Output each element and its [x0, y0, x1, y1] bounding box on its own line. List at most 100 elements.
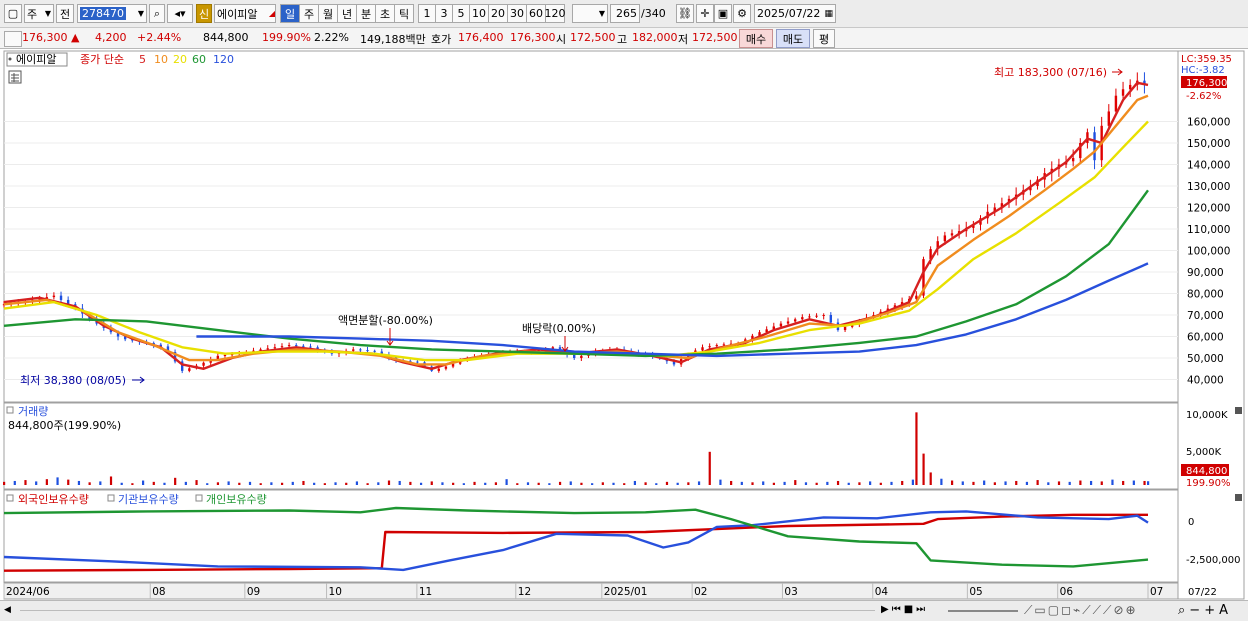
- x-tick-label: 07: [1150, 586, 1163, 598]
- volume-bar: [1132, 480, 1135, 485]
- volume-bar: [3, 481, 6, 485]
- date-input[interactable]: 2025/07/22 ▦: [754, 4, 836, 23]
- period-tab-5[interactable]: 초: [376, 4, 395, 23]
- chart-area[interactable]: 40,000 50,000 60,000 70,000 80,000 90,000 100,…: [0, 49, 1248, 600]
- volume-bar: [1143, 480, 1146, 485]
- interval-tab-10[interactable]: 10: [470, 4, 489, 23]
- volume-bar: [772, 482, 775, 485]
- candle-body: [815, 315, 818, 317]
- zoom-slider[interactable]: [948, 610, 1018, 612]
- current-price-tag-label: 176,300: [1186, 78, 1227, 89]
- period-tab-0[interactable]: 일: [280, 4, 300, 23]
- volume-bar: [516, 483, 519, 485]
- speaker-icon[interactable]: ◂▾: [167, 4, 193, 23]
- market-select[interactable]: 주 ▼: [24, 4, 54, 23]
- holdings-panel-close-icon[interactable]: [1235, 494, 1242, 501]
- interval-tab-3[interactable]: 3: [436, 4, 453, 23]
- candle-body: [287, 345, 291, 347]
- zoom-icon[interactable]: ⌕: [1178, 603, 1189, 618]
- interval-tab-5[interactable]: 5: [453, 4, 470, 23]
- x-axis-right-label: 07/22: [1188, 587, 1217, 598]
- candle-body: [1071, 158, 1075, 162]
- current-price: 176,300 ▲: [22, 31, 79, 44]
- save-icon[interactable]: ▣: [714, 4, 732, 23]
- checkbox[interactable]: [4, 31, 22, 47]
- gear-icon[interactable]: ⚙: [733, 4, 751, 23]
- period-tab-4[interactable]: 분: [357, 4, 376, 23]
- volume-bar: [120, 482, 123, 485]
- sell-button[interactable]: 매도: [776, 29, 810, 48]
- font-size-icon[interactable]: A: [1219, 603, 1232, 618]
- interval-tab-30[interactable]: 30: [508, 4, 527, 23]
- search-icon[interactable]: ⌕: [149, 4, 165, 23]
- prev-button[interactable]: 전: [56, 4, 74, 23]
- volume-bar: [847, 482, 850, 485]
- drawing-tools-icon[interactable]: ⟋▭▢◻⌁⟋⟋⟋⊘⊕: [1024, 603, 1138, 618]
- period-tab-2[interactable]: 월: [319, 4, 338, 23]
- candle-body: [202, 362, 205, 366]
- high-label: 고: [617, 33, 628, 46]
- interval-tab-60[interactable]: 60: [527, 4, 546, 23]
- minus-icon[interactable]: −: [1189, 603, 1204, 618]
- current-pct-label: -2.62%: [1186, 91, 1221, 102]
- candle-body: [295, 345, 298, 347]
- volume-bar: [697, 481, 701, 485]
- stock-chart[interactable]: 40,000 50,000 60,000 70,000 80,000 90,000 100,…: [0, 49, 1248, 600]
- volume-bar: [366, 483, 369, 485]
- window-icon[interactable]: ▢: [4, 4, 22, 23]
- interval-tab-120[interactable]: 120: [545, 4, 566, 23]
- candle-body: [943, 235, 947, 242]
- volume-bar: [174, 477, 177, 485]
- volume-bar: [484, 482, 487, 485]
- interval-tabs: 1 3 5 10 20 30 60 120: [418, 4, 566, 23]
- scroll-left-icon[interactable]: ◀: [4, 605, 11, 615]
- rewind-icon[interactable]: ⏮: [892, 604, 904, 615]
- volume-tag-label: 844,800: [1186, 466, 1227, 477]
- volume-bar: [35, 481, 38, 485]
- stop-icon[interactable]: ■: [904, 604, 916, 615]
- interval-tab-1[interactable]: 1: [418, 4, 436, 23]
- play-icon[interactable]: ▶: [881, 604, 892, 615]
- volume-bar: [473, 481, 476, 485]
- playback-controls[interactable]: ▶⏮■⏭: [881, 604, 928, 615]
- scrollbar-track[interactable]: [20, 610, 875, 611]
- holdings-institution-label: 기관보유수량: [118, 493, 179, 506]
- period-tab-1[interactable]: 주: [300, 4, 319, 23]
- y-tick-label: 90,000: [1187, 267, 1224, 279]
- count-input[interactable]: 265: [610, 4, 640, 23]
- x-tick-label: 11: [419, 586, 432, 598]
- y-tick-label: 100,000: [1187, 246, 1230, 258]
- legend-ma10: 10: [154, 53, 168, 66]
- volume-bar: [879, 482, 882, 485]
- total-count: /340: [641, 7, 666, 20]
- candle-body: [444, 366, 448, 369]
- link-icon[interactable]: ⛓: [676, 4, 694, 23]
- eval-button[interactable]: 평: [813, 29, 835, 48]
- interval-input[interactable]: ▼: [572, 4, 608, 23]
- period-tab-3[interactable]: 년: [338, 4, 357, 23]
- volume-bar: [163, 482, 166, 485]
- chevron-down-icon: ▼: [44, 9, 51, 18]
- volume-bar: [195, 480, 198, 485]
- code-input[interactable]: 278470 ▼: [77, 4, 147, 23]
- period-tabs: 일주월년분초틱: [280, 4, 414, 23]
- plus-icon[interactable]: +: [1204, 603, 1219, 618]
- chevron-down-icon: ▼: [137, 9, 144, 18]
- zoom-controls[interactable]: ⌕−+A: [1178, 603, 1232, 618]
- candle-body: [708, 346, 711, 348]
- forward-icon[interactable]: ⏭: [916, 604, 928, 615]
- volume-panel-close-icon[interactable]: [1235, 407, 1242, 414]
- candle-body: [1121, 89, 1125, 96]
- crosshair-icon[interactable]: ✛: [696, 4, 714, 23]
- volume-bar: [1004, 481, 1007, 485]
- period-tab-6[interactable]: 틱: [395, 4, 414, 23]
- turnover-rate: 2.22%: [314, 31, 349, 44]
- volume-bar: [377, 482, 380, 485]
- x-tick-label: 05: [969, 586, 982, 598]
- volume-bar: [950, 480, 954, 485]
- open-price: 172,500: [570, 31, 616, 44]
- interval-tab-20[interactable]: 20: [489, 4, 508, 23]
- buy-button[interactable]: 매수: [739, 29, 773, 48]
- x-tick-label: 09: [247, 586, 260, 598]
- price-panel: [3, 50, 1179, 403]
